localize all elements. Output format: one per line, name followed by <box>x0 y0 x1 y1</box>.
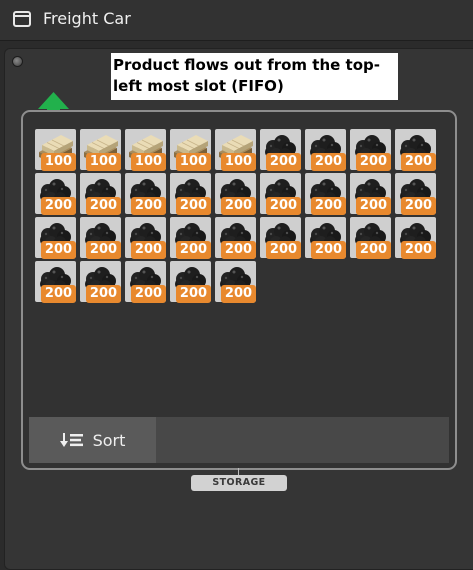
item-count-badge: 100 <box>86 153 121 171</box>
inventory-slot[interactable]: 200 <box>215 261 256 303</box>
item-count-badge: 100 <box>176 153 211 171</box>
inventory-slot[interactable]: 200 <box>260 217 301 259</box>
inventory-slot[interactable]: 200 <box>305 173 346 215</box>
window-icon <box>13 11 31 27</box>
inventory-slot[interactable]: 200 <box>35 173 76 215</box>
inventory-slot[interactable]: 200 <box>170 173 211 215</box>
inventory-slot[interactable]: 200 <box>170 217 211 259</box>
sort-button[interactable]: Sort <box>29 417 156 463</box>
item-count-badge: 200 <box>131 241 166 259</box>
inventory-slot[interactable]: 200 <box>125 261 166 303</box>
inventory-slot[interactable]: 200 <box>305 217 346 259</box>
item-count-badge: 200 <box>86 197 121 215</box>
inventory-slot[interactable]: 200 <box>350 129 391 171</box>
sort-icon <box>59 433 83 447</box>
inventory-slot[interactable]: 200 <box>80 173 121 215</box>
inventory-slot[interactable]: 200 <box>260 173 301 215</box>
slot-grid: 100 100 100 100 100 200 200 200 200 200 200 200 200 2… <box>35 129 440 303</box>
inventory-slot[interactable]: 200 <box>125 173 166 215</box>
inventory-slot[interactable]: 100 <box>170 129 211 171</box>
item-count-badge: 200 <box>401 241 436 259</box>
item-count-badge: 200 <box>401 197 436 215</box>
item-count-badge: 200 <box>221 241 256 259</box>
inventory-slot[interactable]: 200 <box>215 173 256 215</box>
inventory-slot[interactable]: 200 <box>215 217 256 259</box>
inventory-slot[interactable]: 200 <box>305 129 346 171</box>
inventory-slot[interactable]: 200 <box>35 217 76 259</box>
item-count-badge: 200 <box>356 197 391 215</box>
item-count-badge: 200 <box>311 197 346 215</box>
inventory-slot[interactable]: 200 <box>395 217 436 259</box>
inventory-slot[interactable]: 200 <box>350 217 391 259</box>
item-count-badge: 200 <box>311 153 346 171</box>
title-bar: Freight Car <box>0 0 473 41</box>
inventory-slot[interactable]: 200 <box>395 173 436 215</box>
item-count-badge: 200 <box>41 285 76 303</box>
item-count-badge: 200 <box>86 285 121 303</box>
item-count-badge: 200 <box>176 241 211 259</box>
item-count-badge: 200 <box>86 241 121 259</box>
item-count-badge: 200 <box>356 153 391 171</box>
inventory-slot[interactable]: 200 <box>35 261 76 303</box>
inventory-slot[interactable]: 100 <box>80 129 121 171</box>
inventory-slot[interactable]: 200 <box>80 261 121 303</box>
item-count-badge: 200 <box>221 197 256 215</box>
inventory-slot[interactable]: 100 <box>125 129 166 171</box>
inventory-slot[interactable]: 200 <box>170 261 211 303</box>
item-count-badge: 200 <box>131 285 166 303</box>
sort-label: Sort <box>92 430 126 450</box>
fifo-note: Product flows out from the top-left most… <box>111 53 398 100</box>
item-count-badge: 200 <box>311 241 346 259</box>
inventory-slot[interactable]: 100 <box>215 129 256 171</box>
item-count-badge: 100 <box>41 153 76 171</box>
inventory-slot[interactable]: 200 <box>80 217 121 259</box>
item-count-badge: 200 <box>176 285 211 303</box>
inventory-slot[interactable]: 200 <box>260 129 301 171</box>
item-count-badge: 200 <box>266 241 301 259</box>
screw-icon <box>12 56 23 67</box>
tab-storage[interactable]: STORAGE <box>191 475 287 491</box>
window-title: Freight Car <box>43 9 131 28</box>
item-count-badge: 200 <box>131 197 166 215</box>
item-count-badge: 200 <box>266 197 301 215</box>
item-count-badge: 200 <box>356 241 391 259</box>
item-count-badge: 200 <box>41 197 76 215</box>
item-count-badge: 200 <box>221 285 256 303</box>
inventory-slot[interactable]: 100 <box>35 129 76 171</box>
item-count-badge: 200 <box>266 153 301 171</box>
inventory-slot[interactable]: 200 <box>125 217 166 259</box>
inventory-slot[interactable]: 200 <box>395 129 436 171</box>
inventory-slot[interactable]: 200 <box>350 173 391 215</box>
item-count-badge: 200 <box>176 197 211 215</box>
item-count-badge: 200 <box>41 241 76 259</box>
item-count-badge: 100 <box>131 153 166 171</box>
item-count-badge: 200 <box>401 153 436 171</box>
item-count-badge: 100 <box>221 153 256 171</box>
